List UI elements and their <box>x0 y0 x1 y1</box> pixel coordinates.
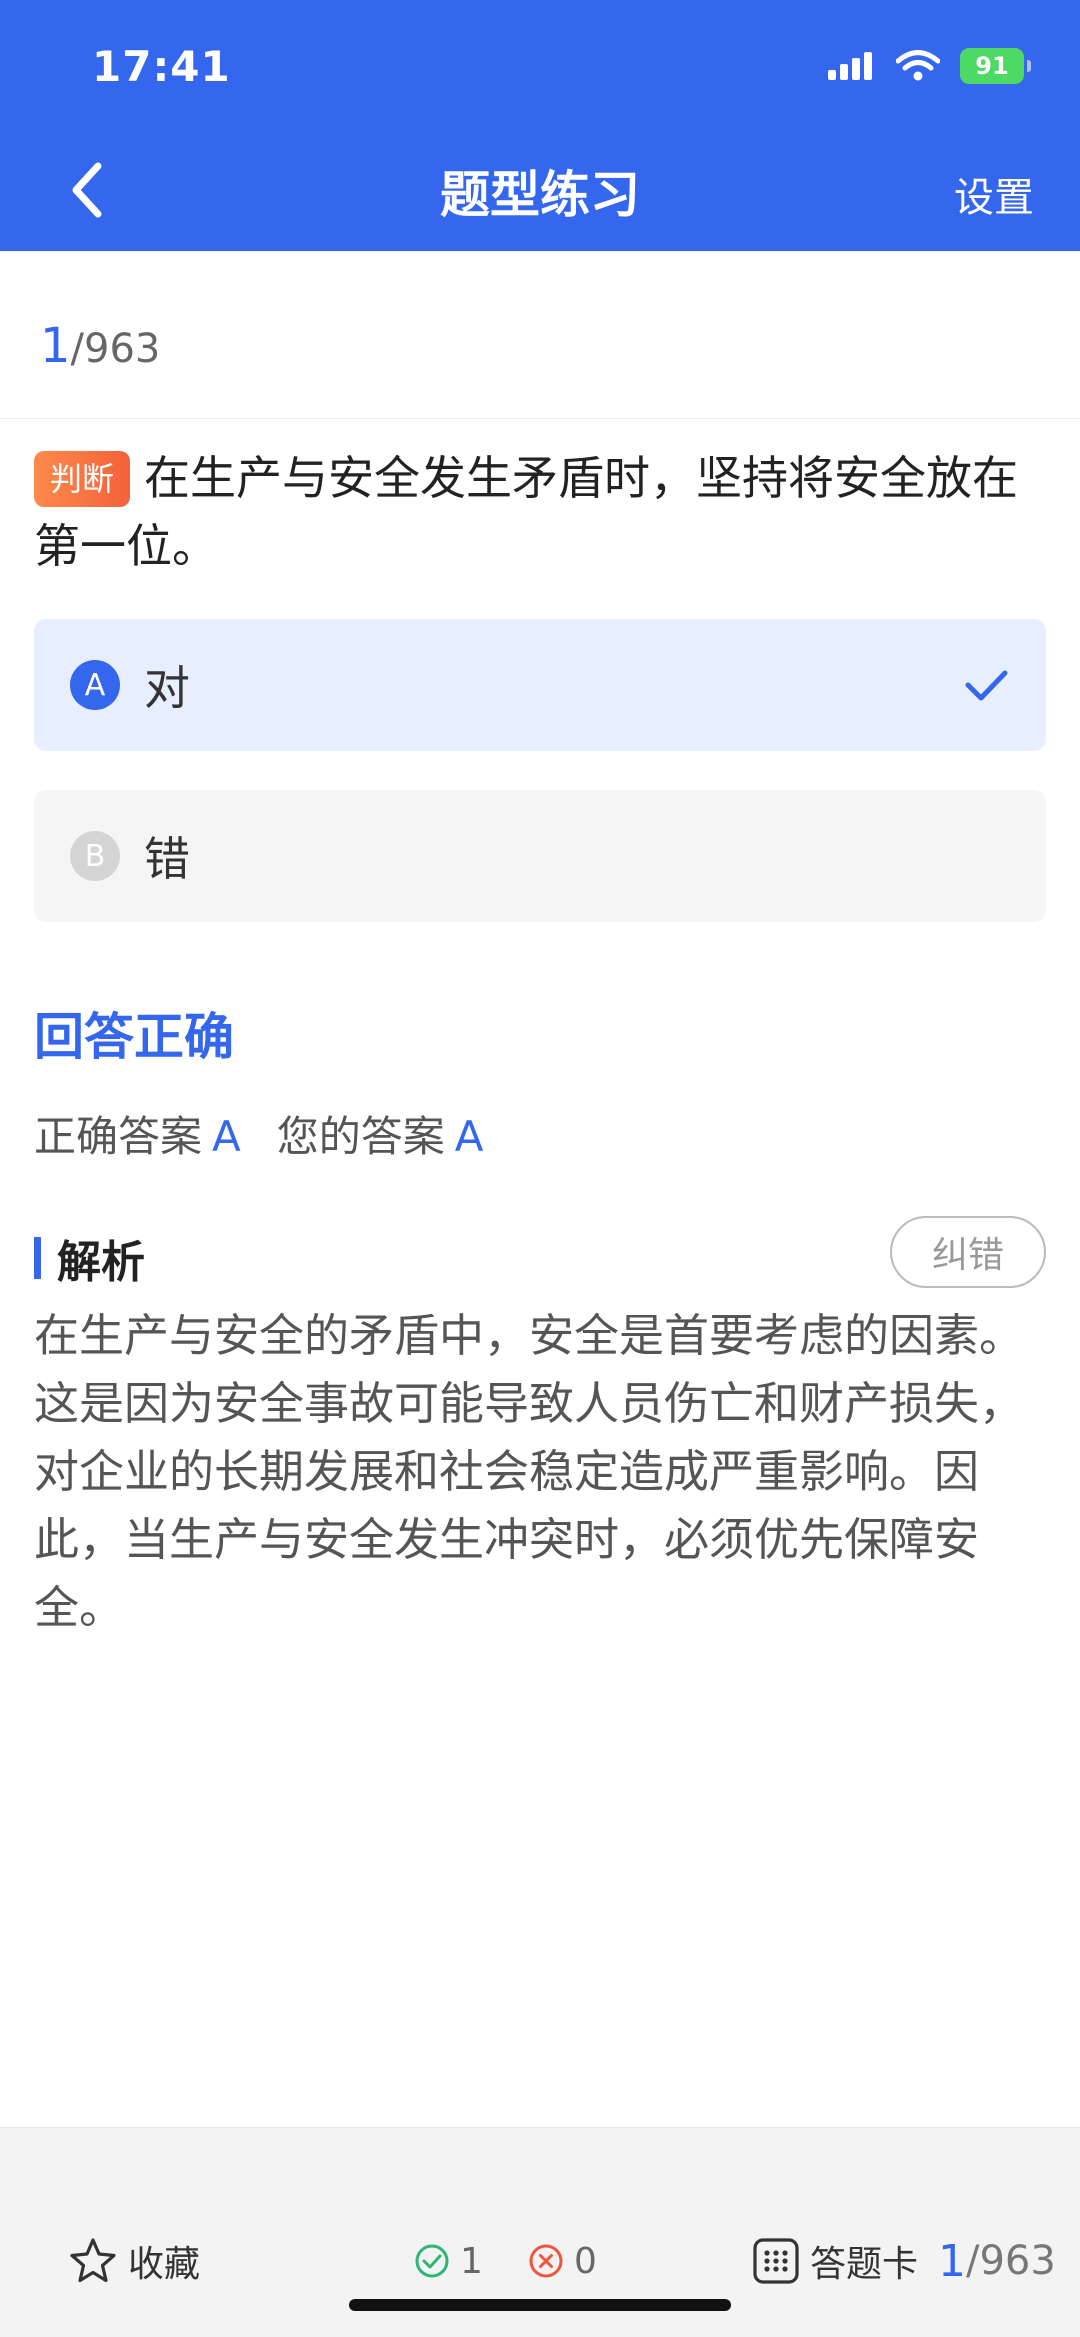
your-answer-label: 您的答案 <box>276 1112 445 1161</box>
divider <box>0 418 1080 419</box>
analysis-text: 在生产与安全的矛盾中，安全是首要考虑的因素。这是因为安全事故可能导致人员伤亡和财… <box>34 1309 1025 1634</box>
accent-bar <box>34 1237 41 1279</box>
wrong-count-value: 0 <box>574 2240 597 2282</box>
favorite-label: 收藏 <box>128 2244 201 2285</box>
favorite-button[interactable]: 收藏 <box>68 2231 200 2291</box>
bottom-progress: 1/963 <box>938 2231 1056 2291</box>
answer-summary: 正确答案 A 您的答案 A <box>34 1103 484 1164</box>
question-type-badge: 判断 <box>34 451 131 507</box>
answer-card-label: 答题卡 <box>810 2244 919 2285</box>
home-indicator[interactable] <box>349 2299 731 2311</box>
battery-icon: 91 <box>960 48 1031 84</box>
check-circle-icon <box>415 2244 449 2278</box>
bottom-progress-current: 1 <box>938 2235 966 2287</box>
progress-total: /963 <box>70 326 161 372</box>
question-progress: 1/963 <box>40 318 160 374</box>
correct-count-value: 1 <box>460 2240 483 2282</box>
correct-answer-value: A <box>212 1112 241 1161</box>
grid-icon <box>753 2238 799 2284</box>
status-time: 17:41 <box>92 42 231 91</box>
star-icon <box>70 2238 116 2283</box>
check-icon <box>965 670 1008 701</box>
correct-count: 1 <box>414 2231 483 2291</box>
question-stem: 判断 在生产与安全发生矛盾时，坚持将安全放在第一位。 <box>34 444 1054 580</box>
analysis-title: 解析 <box>57 1237 145 1288</box>
option-a-text: 对 <box>144 661 190 715</box>
settings-button[interactable]: 设置 <box>954 165 1034 223</box>
wrong-count: 0 <box>528 2231 597 2291</box>
analysis-header: 解析 <box>34 1226 145 1290</box>
signal-icon <box>828 52 872 80</box>
question-text: 在生产与安全发生矛盾时，坚持将安全放在第一位。 <box>34 451 1019 573</box>
x-circle-icon <box>529 2244 563 2278</box>
option-a-letter: A <box>70 660 120 710</box>
status-icons: 91 <box>828 48 1031 84</box>
bottom-progress-total: /963 <box>966 2238 1056 2284</box>
app-header: 17:41 91 题型练习 设置 <box>0 0 1080 251</box>
report-error-button[interactable]: 纠错 <box>890 1216 1046 1288</box>
option-a[interactable]: A 对 <box>34 619 1046 751</box>
answer-card-button[interactable]: 答题卡 <box>752 2231 918 2291</box>
option-b-letter: B <box>70 831 120 881</box>
progress-current: 1 <box>40 318 71 374</box>
page-title: 题型练习 <box>440 166 640 224</box>
result-title: 回答正确 <box>34 1008 234 1066</box>
option-b-text: 错 <box>144 832 190 886</box>
correct-answer-label: 正确答案 <box>34 1112 203 1161</box>
your-answer-value: A <box>454 1112 484 1161</box>
option-b[interactable]: B 错 <box>34 790 1046 922</box>
wifi-icon <box>896 50 940 81</box>
battery-level: 91 <box>975 52 1009 80</box>
